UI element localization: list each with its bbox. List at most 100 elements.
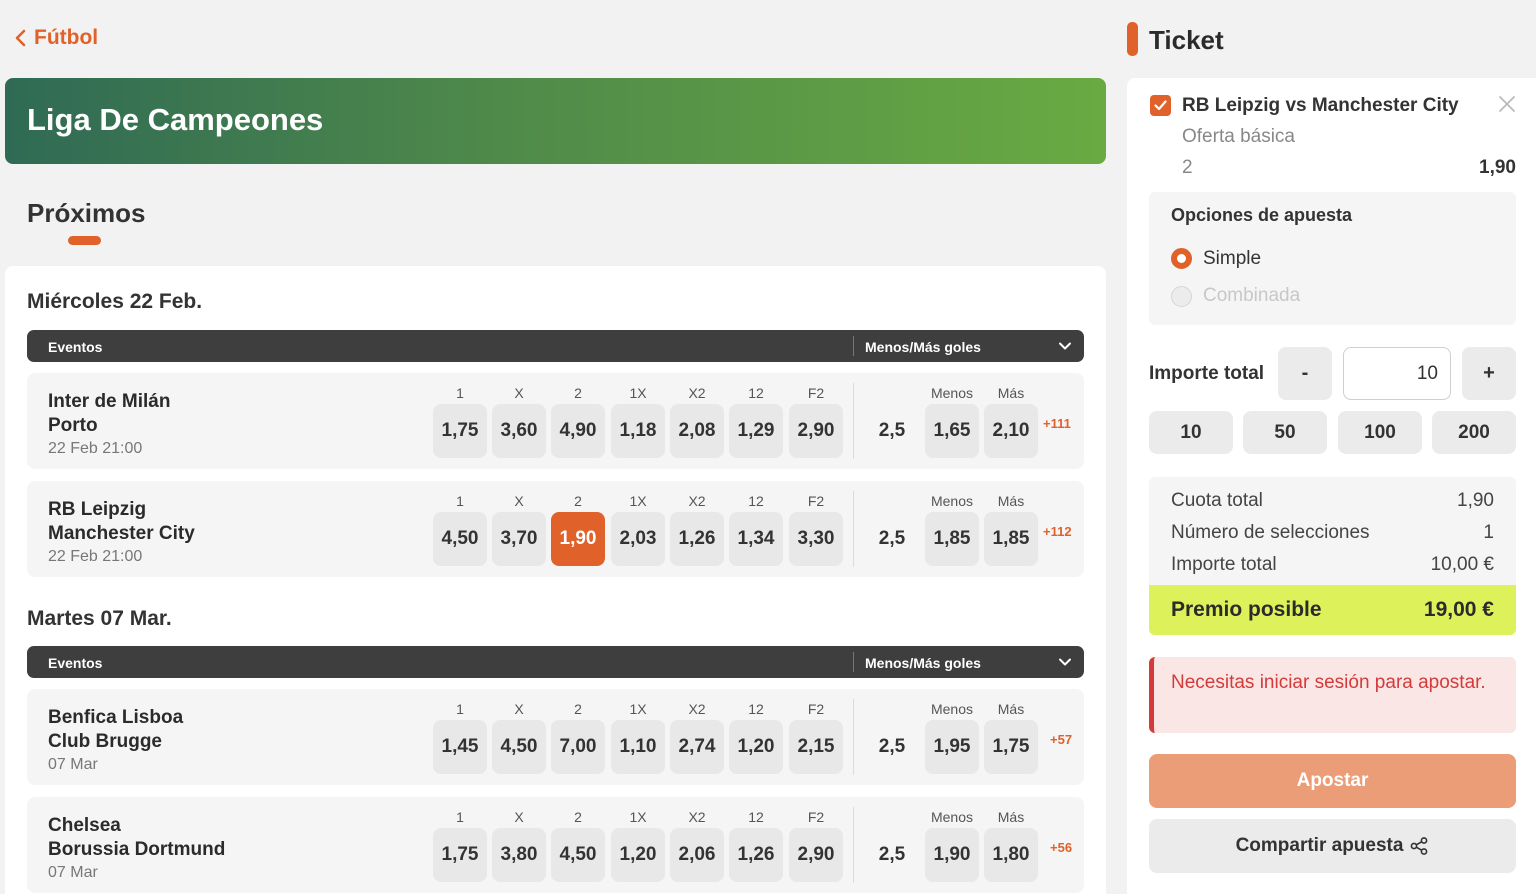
possible-prize-value: 19,00 €	[1423, 598, 1494, 621]
home-team[interactable]: RB Leipzig	[48, 499, 146, 521]
odd-label: Menos	[930, 493, 974, 509]
odd-button[interactable]: 3,80	[492, 828, 546, 882]
home-team[interactable]: Inter de Milán	[48, 391, 170, 413]
away-team[interactable]: Porto	[48, 415, 98, 437]
over-odd-button[interactable]: 2,10	[984, 404, 1038, 458]
goal-line: 2,5	[878, 528, 906, 549]
quick-amount-button[interactable]: 200	[1432, 411, 1516, 454]
odd-label: X	[514, 493, 524, 509]
odd-button[interactable]: 1,90	[551, 512, 605, 566]
share-bet-button[interactable]: Compartir apuesta	[1149, 819, 1516, 873]
under-odd-button[interactable]: 1,65	[925, 404, 979, 458]
summary-odds-row: Cuota total 1,90	[1171, 490, 1494, 512]
close-icon[interactable]	[1497, 94, 1517, 114]
summary-box: Cuota total 1,90 Número de selecciones 1…	[1149, 477, 1516, 635]
odd-label: 1	[456, 493, 464, 509]
over-odd-button[interactable]: 1,85	[984, 512, 1038, 566]
place-bet-label: Apostar	[1296, 770, 1369, 791]
amount-label: Importe total	[1149, 363, 1265, 384]
under-odd-button[interactable]: 1,95	[925, 720, 979, 774]
possible-prize-row: Premio posible 19,00 €	[1149, 585, 1516, 635]
chevron-down-icon[interactable]	[1058, 655, 1072, 669]
quick-amount-button[interactable]: 100	[1338, 411, 1422, 454]
more-markets-link[interactable]: +111	[1043, 416, 1071, 431]
odd-label: 1X	[629, 809, 647, 825]
odd-button[interactable]: 1,75	[433, 828, 487, 882]
odd-button[interactable]: 1,20	[729, 720, 783, 774]
more-markets-link[interactable]: +112	[1043, 524, 1072, 539]
home-team[interactable]: Chelsea	[48, 815, 121, 837]
radio-combined[interactable]	[1171, 286, 1192, 307]
odd-button[interactable]: 2,15	[789, 720, 843, 774]
summary-odds-value: 1,90	[1457, 490, 1494, 511]
away-team[interactable]: Manchester City	[48, 523, 195, 545]
odd-label: 12	[748, 385, 764, 401]
odd-button[interactable]: 2,90	[789, 828, 843, 882]
match-row: Benfica Lisboa Club Brugge 07 Mar 1 1,45 X 4,5…	[27, 689, 1084, 785]
selection-market: Oferta básica	[1182, 126, 1295, 147]
more-markets-link[interactable]: +56	[1050, 840, 1072, 855]
decrease-button[interactable]: -	[1278, 347, 1332, 400]
odd-label: Más	[997, 493, 1025, 509]
odd-button[interactable]: 1,45	[433, 720, 487, 774]
under-odd-button[interactable]: 1,90	[925, 828, 979, 882]
odd-button[interactable]: 3,30	[789, 512, 843, 566]
odd-button[interactable]: 4,50	[492, 720, 546, 774]
login-alert: Necesitas iniciar sesión para apostar.	[1149, 657, 1516, 733]
under-odd-button[interactable]: 1,85	[925, 512, 979, 566]
away-team[interactable]: Club Brugge	[48, 731, 162, 753]
over-odd-button[interactable]: 1,75	[984, 720, 1038, 774]
increase-button[interactable]: +	[1462, 347, 1516, 400]
section-title: Próximos	[27, 198, 146, 228]
goal-line: 2,5	[878, 844, 906, 865]
odd-button[interactable]: 1,34	[729, 512, 783, 566]
odd-button[interactable]: 1,26	[670, 512, 724, 566]
back-link[interactable]: Fútbol	[14, 26, 98, 50]
market-selector-label[interactable]: Menos/Más goles	[865, 655, 981, 671]
odd-label: X2	[688, 701, 706, 717]
odd-button[interactable]: 2,08	[670, 404, 724, 458]
market-selector-label[interactable]: Menos/Más goles	[865, 339, 981, 355]
odd-button[interactable]: 2,06	[670, 828, 724, 882]
odds-divider	[853, 383, 854, 459]
odd-label: 1	[456, 809, 464, 825]
quick-amount-button[interactable]: 50	[1243, 411, 1327, 454]
odd-label: Menos	[930, 385, 974, 401]
more-markets-link[interactable]: +57	[1050, 732, 1072, 747]
odd-button[interactable]: 1,20	[611, 828, 665, 882]
odd-button[interactable]: 3,70	[492, 512, 546, 566]
odd-button[interactable]: 4,50	[551, 828, 605, 882]
away-team[interactable]: Borussia Dortmund	[48, 839, 225, 861]
events-column-header: Eventos	[48, 339, 103, 355]
chevron-down-icon[interactable]	[1058, 339, 1072, 353]
radio-combined-label[interactable]: Combinada	[1203, 285, 1300, 307]
odd-label: Más	[997, 385, 1025, 401]
odd-button[interactable]: 1,75	[433, 404, 487, 458]
home-team[interactable]: Benfica Lisboa	[48, 707, 183, 729]
odd-label: X	[514, 809, 524, 825]
odd-button[interactable]: 2,03	[611, 512, 665, 566]
odd-button[interactable]: 1,10	[611, 720, 665, 774]
odd-button[interactable]: 1,18	[611, 404, 665, 458]
quick-amount-button[interactable]: 10	[1149, 411, 1233, 454]
match-row: RB Leipzig Manchester City 22 Feb 21:00 1 4,…	[27, 481, 1084, 577]
place-bet-button[interactable]: Apostar	[1149, 754, 1516, 808]
odd-label: X	[514, 385, 524, 401]
match-datetime: 22 Feb 21:00	[48, 548, 143, 565]
odd-button[interactable]: 2,90	[789, 404, 843, 458]
odd-button[interactable]: 4,50	[433, 512, 487, 566]
odd-button[interactable]: 7,00	[551, 720, 605, 774]
over-odd-button[interactable]: 1,80	[984, 828, 1038, 882]
odd-button[interactable]: 1,29	[729, 404, 783, 458]
odd-button[interactable]: 1,26	[729, 828, 783, 882]
amount-input[interactable]	[1343, 347, 1451, 400]
odd-label: F2	[807, 493, 825, 509]
match-datetime: 07 Mar	[48, 756, 98, 773]
odd-button[interactable]: 3,60	[492, 404, 546, 458]
radio-simple[interactable]	[1171, 248, 1192, 269]
radio-simple-label[interactable]: Simple	[1203, 248, 1261, 270]
odd-button[interactable]: 2,74	[670, 720, 724, 774]
odd-button[interactable]: 4,90	[551, 404, 605, 458]
login-alert-text: Necesitas iniciar sesión para apostar.	[1171, 672, 1486, 693]
selection-checkbox[interactable]	[1150, 95, 1171, 116]
